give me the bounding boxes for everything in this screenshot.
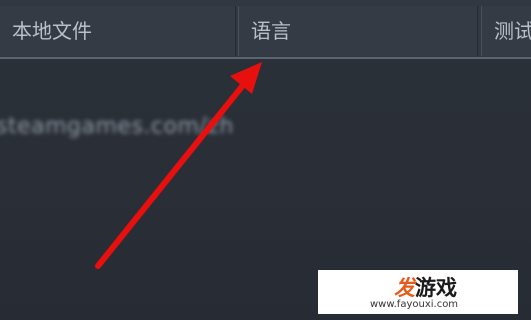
steam-properties-window: 本地文件 语言 测试 steamgames.com/zh 发游戏 www.fay… <box>0 0 531 320</box>
arrow-head <box>230 62 262 94</box>
tab-bar: 本地文件 语言 测试 <box>0 0 531 59</box>
site-watermark: 发游戏 www.fayouxi.com <box>318 270 518 314</box>
watermark-logo: 发游戏 <box>394 272 457 302</box>
watermark-logo-text: 游戏 <box>415 276 457 300</box>
watermark-logo-accent: 发 <box>394 276 415 300</box>
tab-language[interactable]: 语言 <box>238 6 478 56</box>
blurred-url-text: steamgames.com/zh <box>0 114 234 139</box>
tab-local-files[interactable]: 本地文件 <box>0 6 236 56</box>
tab-betas[interactable]: 测试 <box>481 6 531 56</box>
arrow-shaft <box>95 81 247 269</box>
watermark-url: www.fayouxi.com <box>370 299 459 310</box>
